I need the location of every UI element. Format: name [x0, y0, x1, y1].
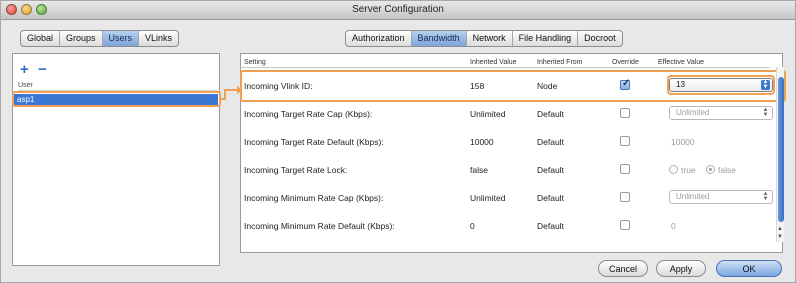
- inherited-from: Default: [537, 109, 564, 119]
- ok-button[interactable]: OK: [716, 260, 782, 277]
- add-user-button[interactable]: +: [20, 62, 29, 77]
- scroll-up-icon[interactable]: ▲: [777, 226, 783, 232]
- tab-vlinks[interactable]: VLinks: [139, 31, 178, 46]
- tab-global[interactable]: Global: [21, 31, 61, 46]
- column-header-effective-value[interactable]: Effective Value: [658, 58, 704, 67]
- scrollbar-thumb[interactable]: [778, 77, 784, 222]
- table-header: Setting Inherited Value Inherited From O…: [240, 58, 770, 68]
- tab-groups[interactable]: Groups: [60, 31, 103, 46]
- setting-label: Incoming Target Rate Lock:: [244, 165, 348, 175]
- radio-true[interactable]: [669, 165, 678, 174]
- title-bar[interactable]: Server Configuration: [1, 1, 795, 20]
- selected-user-highlight: [12, 91, 221, 107]
- override-checkbox[interactable]: [620, 192, 630, 202]
- table-row[interactable]: Incoming Minimum Rate Cap (Kbps): Unlimi…: [240, 184, 773, 212]
- override-checkbox[interactable]: [620, 136, 630, 146]
- setting-label: Incoming Target Rate Default (Kbps):: [244, 137, 384, 147]
- table-row[interactable]: Incoming Target Rate Cap (Kbps): Unlimit…: [240, 100, 773, 128]
- override-checkbox[interactable]: [620, 220, 630, 230]
- column-header-setting[interactable]: Setting: [244, 58, 266, 67]
- tab-bandwidth[interactable]: Bandwidth: [411, 31, 467, 46]
- inherited-from: Default: [537, 137, 564, 147]
- inherited-from: Default: [537, 221, 564, 231]
- column-header-inherited-value[interactable]: Inherited Value: [470, 58, 517, 67]
- effective-value-select[interactable]: Unlimited ▲ ▼: [669, 106, 773, 120]
- settings-category-tabs: Authorization Bandwidth Network File Han…: [345, 30, 623, 47]
- effective-value-select[interactable]: Unlimited ▲ ▼: [669, 190, 773, 204]
- tab-file-handling[interactable]: File Handling: [513, 31, 579, 46]
- tab-authorization[interactable]: Authorization: [346, 31, 412, 46]
- effective-value-text: Unlimited: [676, 108, 710, 117]
- window-title: Server Configuration: [352, 4, 444, 15]
- dropdown-arrow-icon: ▲ ▼: [762, 107, 769, 118]
- inherited-value: Unlimited: [470, 193, 506, 203]
- inherited-value: 0: [470, 221, 475, 231]
- user-column-header: User: [18, 82, 218, 91]
- setting-label: Incoming Target Rate Cap (Kbps):: [244, 109, 373, 119]
- scope-tabs: Global Groups Users VLinks: [20, 30, 180, 47]
- scroll-down-icon[interactable]: ▼: [777, 234, 783, 240]
- tab-users[interactable]: Users: [102, 31, 140, 46]
- dropdown-arrow-icon: ▲ ▼: [762, 191, 769, 202]
- cancel-button[interactable]: Cancel: [598, 260, 648, 277]
- setting-label: Incoming Minimum Rate Default (Kbps):: [244, 221, 395, 231]
- inherited-from: Default: [537, 165, 564, 175]
- tab-network[interactable]: Network: [467, 31, 513, 46]
- radio-false-label: false: [718, 165, 736, 175]
- table-row[interactable]: Incoming Target Rate Default (Kbps): 100…: [240, 128, 770, 156]
- highlighted-select-outline: [667, 75, 775, 95]
- table-row[interactable]: Incoming Minimum Rate Default (Kbps): 0 …: [240, 212, 770, 240]
- inherited-value: false: [470, 165, 488, 175]
- tab-docroot[interactable]: Docroot: [578, 31, 622, 46]
- remove-user-button[interactable]: −: [38, 62, 47, 77]
- inherited-from: Default: [537, 193, 564, 203]
- effective-value-text: Unlimited: [676, 192, 710, 201]
- inherited-value: 10000: [470, 137, 494, 147]
- column-header-inherited-from[interactable]: Inherited From: [537, 58, 583, 67]
- column-header-override[interactable]: Override: [612, 58, 639, 67]
- radio-false[interactable]: [706, 165, 715, 174]
- apply-button[interactable]: Apply: [656, 260, 706, 277]
- effective-value-field[interactable]: 10000: [671, 128, 695, 156]
- radio-true-label: true: [681, 165, 696, 175]
- table-row[interactable]: Incoming Target Rate Lock: false Default…: [240, 156, 770, 184]
- effective-value-field[interactable]: 0: [671, 212, 676, 240]
- override-checkbox[interactable]: [620, 164, 630, 174]
- setting-label: Incoming Minimum Rate Cap (Kbps):: [244, 193, 384, 203]
- override-checkbox[interactable]: [620, 108, 630, 118]
- inherited-value: Unlimited: [470, 109, 506, 119]
